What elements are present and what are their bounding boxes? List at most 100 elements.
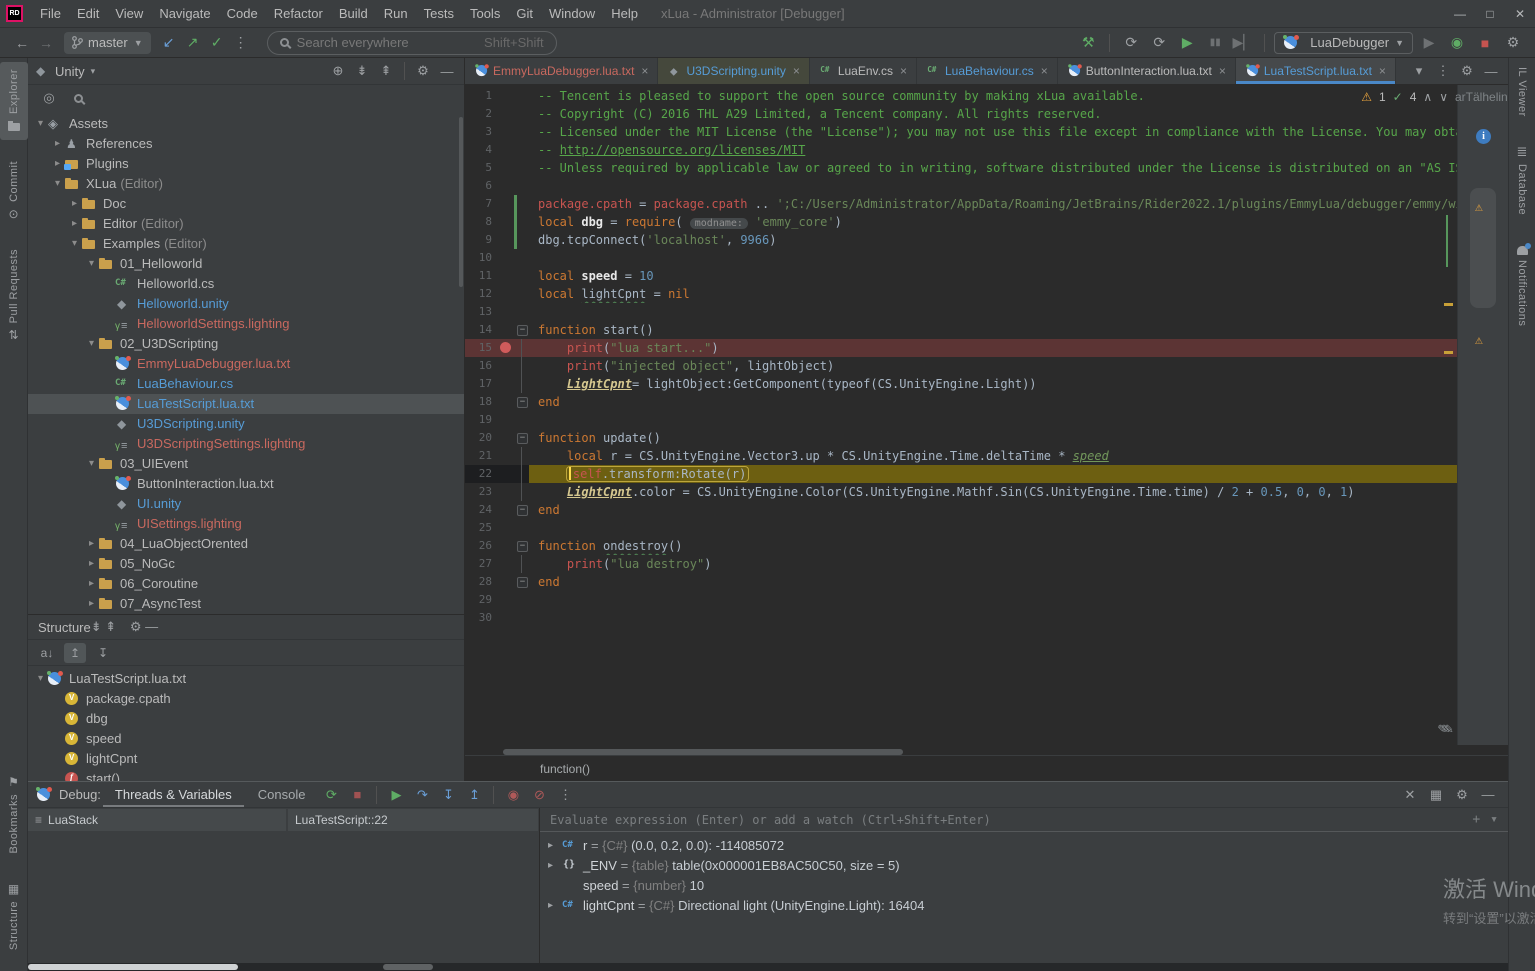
editor-tab-luaenv-cs[interactable]: LuaEnv.cs× — [810, 58, 917, 84]
push-icon[interactable]: ↗ — [181, 34, 205, 51]
run-button[interactable]: ▶ — [1417, 34, 1441, 51]
step-out-icon[interactable]: ↥ — [462, 787, 486, 803]
menu-help[interactable]: Help — [603, 0, 646, 28]
tab-console[interactable]: Console — [246, 783, 318, 807]
evaluate-expression-input[interactable]: Evaluate expression (Enter) or add a wat… — [540, 808, 1508, 832]
tool-tab-notifications[interactable]: Notifications — [1508, 236, 1535, 333]
tree-item-lightcpnt[interactable]: lightCpnt — [28, 749, 464, 769]
code-line-2[interactable]: 2-- Copyright (C) 2016 THL A29 Limited, … — [465, 105, 1457, 123]
more-icon[interactable]: ⋮ — [1432, 63, 1454, 79]
code-line-25[interactable]: 25 — [465, 519, 1457, 537]
tree-item-ui-unity[interactable]: UI.unity — [28, 494, 464, 514]
fold-marker[interactable] — [517, 537, 529, 555]
menu-navigate[interactable]: Navigate — [151, 0, 218, 28]
close-icon[interactable]: × — [1219, 64, 1226, 78]
chevron-icon[interactable]: ▾ — [85, 454, 98, 474]
chevron-icon[interactable]: ▸ — [548, 836, 562, 856]
tree-item-helloworldsettings-lighting[interactable]: HelloworldSettings.lighting — [28, 314, 464, 334]
tree-item-package-cpath[interactable]: package.cpath — [28, 689, 464, 709]
rerun-icon[interactable]: ⟳ — [319, 787, 343, 803]
tree-item-dbg[interactable]: dbg — [28, 709, 464, 729]
resume-icon[interactable]: ▶ — [384, 787, 408, 803]
chevron-icon[interactable]: ▸ — [51, 154, 64, 174]
play-icon[interactable]: ▶ — [1175, 34, 1199, 51]
chevron-icon[interactable]: ▸ — [85, 534, 98, 554]
code-line-5[interactable]: 5-- Unless required by applicable law or… — [465, 159, 1457, 177]
expand-all-icon[interactable]: ⇟ — [351, 63, 373, 79]
gear-icon[interactable]: ⚙ — [1501, 34, 1525, 51]
tree-item-references[interactable]: ▸References — [28, 134, 464, 154]
chevron-icon[interactable]: ▸ — [548, 896, 562, 916]
code-line-23[interactable]: 23 LightCpnt.color = CS.UnityEngine.Colo… — [465, 483, 1457, 501]
hide-panel-icon[interactable]: — — [145, 619, 158, 634]
build-hammer-icon[interactable]: ⚒ — [1076, 34, 1100, 51]
chevron-down-icon[interactable]: ▾ — [1490, 812, 1498, 827]
tool-tab-structure[interactable]: Structure — [5, 875, 23, 957]
gear-icon[interactable]: ⚙ — [1456, 63, 1478, 79]
code-line-11[interactable]: 11local speed = 10 — [465, 267, 1457, 285]
fold-marker[interactable] — [517, 321, 529, 339]
expand-all-icon[interactable]: ⇟ — [91, 619, 102, 634]
gear-icon[interactable]: ⚙ — [130, 619, 142, 634]
tree-item-u3dscriptingsettings-lighting[interactable]: U3DScriptingSettings.lighting — [28, 434, 464, 454]
code-line-30[interactable]: 30 — [465, 609, 1457, 627]
tree-item-07-asynctest[interactable]: ▸07_AsyncTest — [28, 594, 464, 614]
step-icon[interactable]: ▶▏ — [1231, 34, 1255, 51]
chevron-down-icon[interactable]: ▾ — [1408, 63, 1430, 79]
minimize-icon[interactable]: — — [1445, 0, 1475, 28]
code-line-14[interactable]: 14function start() — [465, 321, 1457, 339]
tree-item-03-uievent[interactable]: ▾03_UIEvent — [28, 454, 464, 474]
chevron-icon[interactable]: ▸ — [68, 194, 81, 214]
more-icon[interactable]: ⋮ — [553, 787, 577, 803]
chevron-icon[interactable]: ▸ — [85, 594, 98, 614]
tree-item-editor[interactable]: ▸Editor(Editor) — [28, 214, 464, 234]
code-line-18[interactable]: 18end — [465, 393, 1457, 411]
code-line-10[interactable]: 10 — [465, 249, 1457, 267]
search-icon[interactable] — [74, 94, 83, 103]
menu-refactor[interactable]: Refactor — [266, 0, 331, 28]
add-watch-icon[interactable]: + — [1472, 812, 1480, 827]
menu-code[interactable]: Code — [219, 0, 266, 28]
chevron-icon[interactable]: ▾ — [51, 174, 64, 194]
chevron-icon[interactable]: ▸ — [85, 574, 98, 594]
chevron-icon[interactable]: ▸ — [51, 134, 64, 154]
update-project-icon[interactable]: ↙ — [157, 34, 181, 51]
code-line-3[interactable]: 3-- Licensed under the MIT License (the … — [465, 123, 1457, 141]
collapse-all-icon[interactable]: ⇞ — [105, 619, 116, 634]
step-into-icon[interactable]: ↧ — [436, 787, 460, 803]
prev-issue-icon[interactable]: ∧ — [1423, 90, 1432, 104]
breadcrumb-item[interactable]: function() — [540, 762, 590, 776]
stop-icon[interactable]: ■ — [345, 787, 369, 802]
code-line-22[interactable]: 22 self.transform:Rotate(r) — [465, 465, 1457, 483]
tree-item-helloworld-unity[interactable]: Helloworld.unity — [28, 294, 464, 314]
filter-icon[interactable]: ◎ — [38, 90, 60, 106]
editor-scrollbar-column[interactable]: i ⚠ ⚠ — [1457, 85, 1508, 745]
code-line-28[interactable]: 28end — [465, 573, 1457, 591]
tree-item-start-[interactable]: start() — [28, 769, 464, 781]
tree-item-examples[interactable]: ▾Examples(Editor) — [28, 234, 464, 254]
code-line-7[interactable]: 7package.cpath = package.cpath .. ';C:/U… — [465, 195, 1457, 213]
forward-icon[interactable]: → — [34, 35, 58, 51]
tree-item-assets[interactable]: ▾Assets — [28, 114, 464, 134]
code-line-4[interactable]: 4-- http://opensource.org/licenses/MIT — [465, 141, 1457, 159]
variable-row--env[interactable]: ▸_ENV = {table} table(0x000001EB8AC50C50… — [540, 856, 1508, 876]
breakpoint-icon[interactable] — [495, 339, 517, 357]
chevron-icon[interactable]: ▾ — [85, 334, 98, 354]
variable-row-lightcpnt[interactable]: ▸lightCpnt = {C#} Directional light (Uni… — [540, 896, 1508, 916]
tool-tab-explorer[interactable]: Explorer — [0, 62, 28, 140]
gear-icon[interactable]: ⚙ — [412, 63, 434, 79]
git-branch-widget[interactable]: master ▼ — [64, 32, 151, 54]
hide-icon[interactable]: — — [1480, 64, 1502, 79]
stack-frame[interactable]: LuaTestScript::22 — [288, 809, 538, 831]
menu-edit[interactable]: Edit — [69, 0, 107, 28]
tool-tab-database[interactable]: Database — [1508, 138, 1535, 222]
scrollbar-thumb[interactable] — [383, 964, 433, 970]
mute-breakpoints-icon[interactable]: ⊘ — [527, 787, 551, 803]
locate-file-icon[interactable]: ⊕ — [327, 63, 349, 79]
vcs-more-icon[interactable]: ⋮ — [229, 34, 253, 51]
chevron-icon[interactable]: ▸ — [548, 856, 562, 876]
tree-item-speed[interactable]: speed — [28, 729, 464, 749]
tree-item-emmyluadebugger-lua-txt[interactable]: EmmyLuaDebugger.lua.txt — [28, 354, 464, 374]
editor-tab-luabehaviour-cs[interactable]: LuaBehaviour.cs× — [917, 58, 1058, 84]
run-configuration-selector[interactable]: LuaDebugger ▼ — [1274, 32, 1413, 54]
